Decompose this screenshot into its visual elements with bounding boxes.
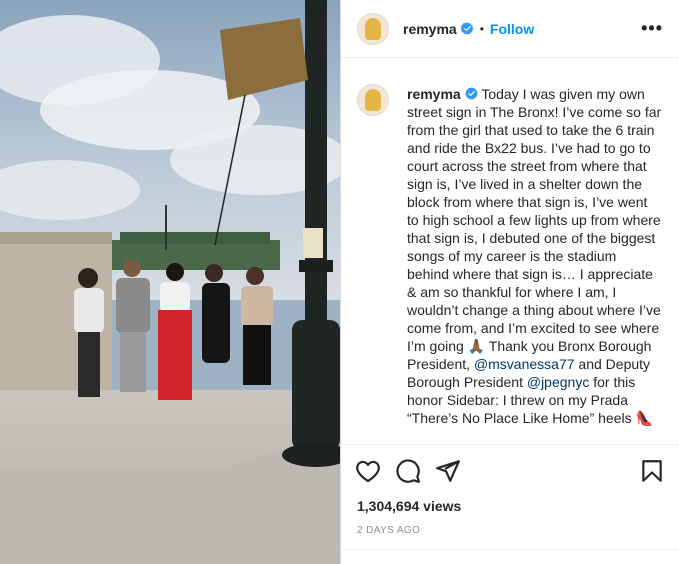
verified-badge-icon xyxy=(465,87,478,100)
video-frame xyxy=(0,0,340,564)
action-bar xyxy=(341,444,679,496)
more-options-icon[interactable]: ••• xyxy=(641,18,663,39)
avatar[interactable] xyxy=(357,12,389,45)
divider xyxy=(341,549,679,550)
caption-avatar[interactable] xyxy=(357,84,389,116)
avatar-image xyxy=(365,89,381,111)
caption-username[interactable]: remyma xyxy=(407,86,461,102)
caption-text: remyma Today I was given my own street s… xyxy=(407,85,662,427)
pray-emoji: 🙏🏾 xyxy=(467,338,486,354)
heart-icon[interactable] xyxy=(355,458,381,484)
separator-dot: • xyxy=(479,21,484,36)
post-timestamp[interactable]: 2 DAYS AGO xyxy=(357,525,420,536)
mention-link[interactable]: @jpegnyc xyxy=(527,374,589,390)
username-link[interactable]: remyma xyxy=(403,21,457,37)
heel-emoji: 👠 xyxy=(635,410,653,426)
caption-comment: remyma Today I was given my own street s… xyxy=(357,72,667,427)
comment-icon[interactable] xyxy=(395,458,421,484)
follow-button[interactable]: Follow xyxy=(490,21,534,37)
post-video[interactable] xyxy=(0,0,340,564)
bookmark-icon[interactable] xyxy=(639,458,665,484)
post-details-panel: remyma • Follow ••• remyma Today I was g… xyxy=(340,0,679,564)
caption-body-1: Today I was given my own street sign in … xyxy=(407,86,662,354)
send-icon[interactable] xyxy=(435,458,461,484)
avatar-image xyxy=(365,17,381,40)
view-count[interactable]: 1,304,694 views xyxy=(357,498,461,514)
verified-badge-icon xyxy=(460,22,474,35)
caption-scroll-area[interactable]: remyma Today I was given my own street s… xyxy=(357,72,667,442)
mention-link[interactable]: @msvanessa77 xyxy=(474,356,575,372)
post-header: remyma • Follow ••• xyxy=(341,0,679,58)
